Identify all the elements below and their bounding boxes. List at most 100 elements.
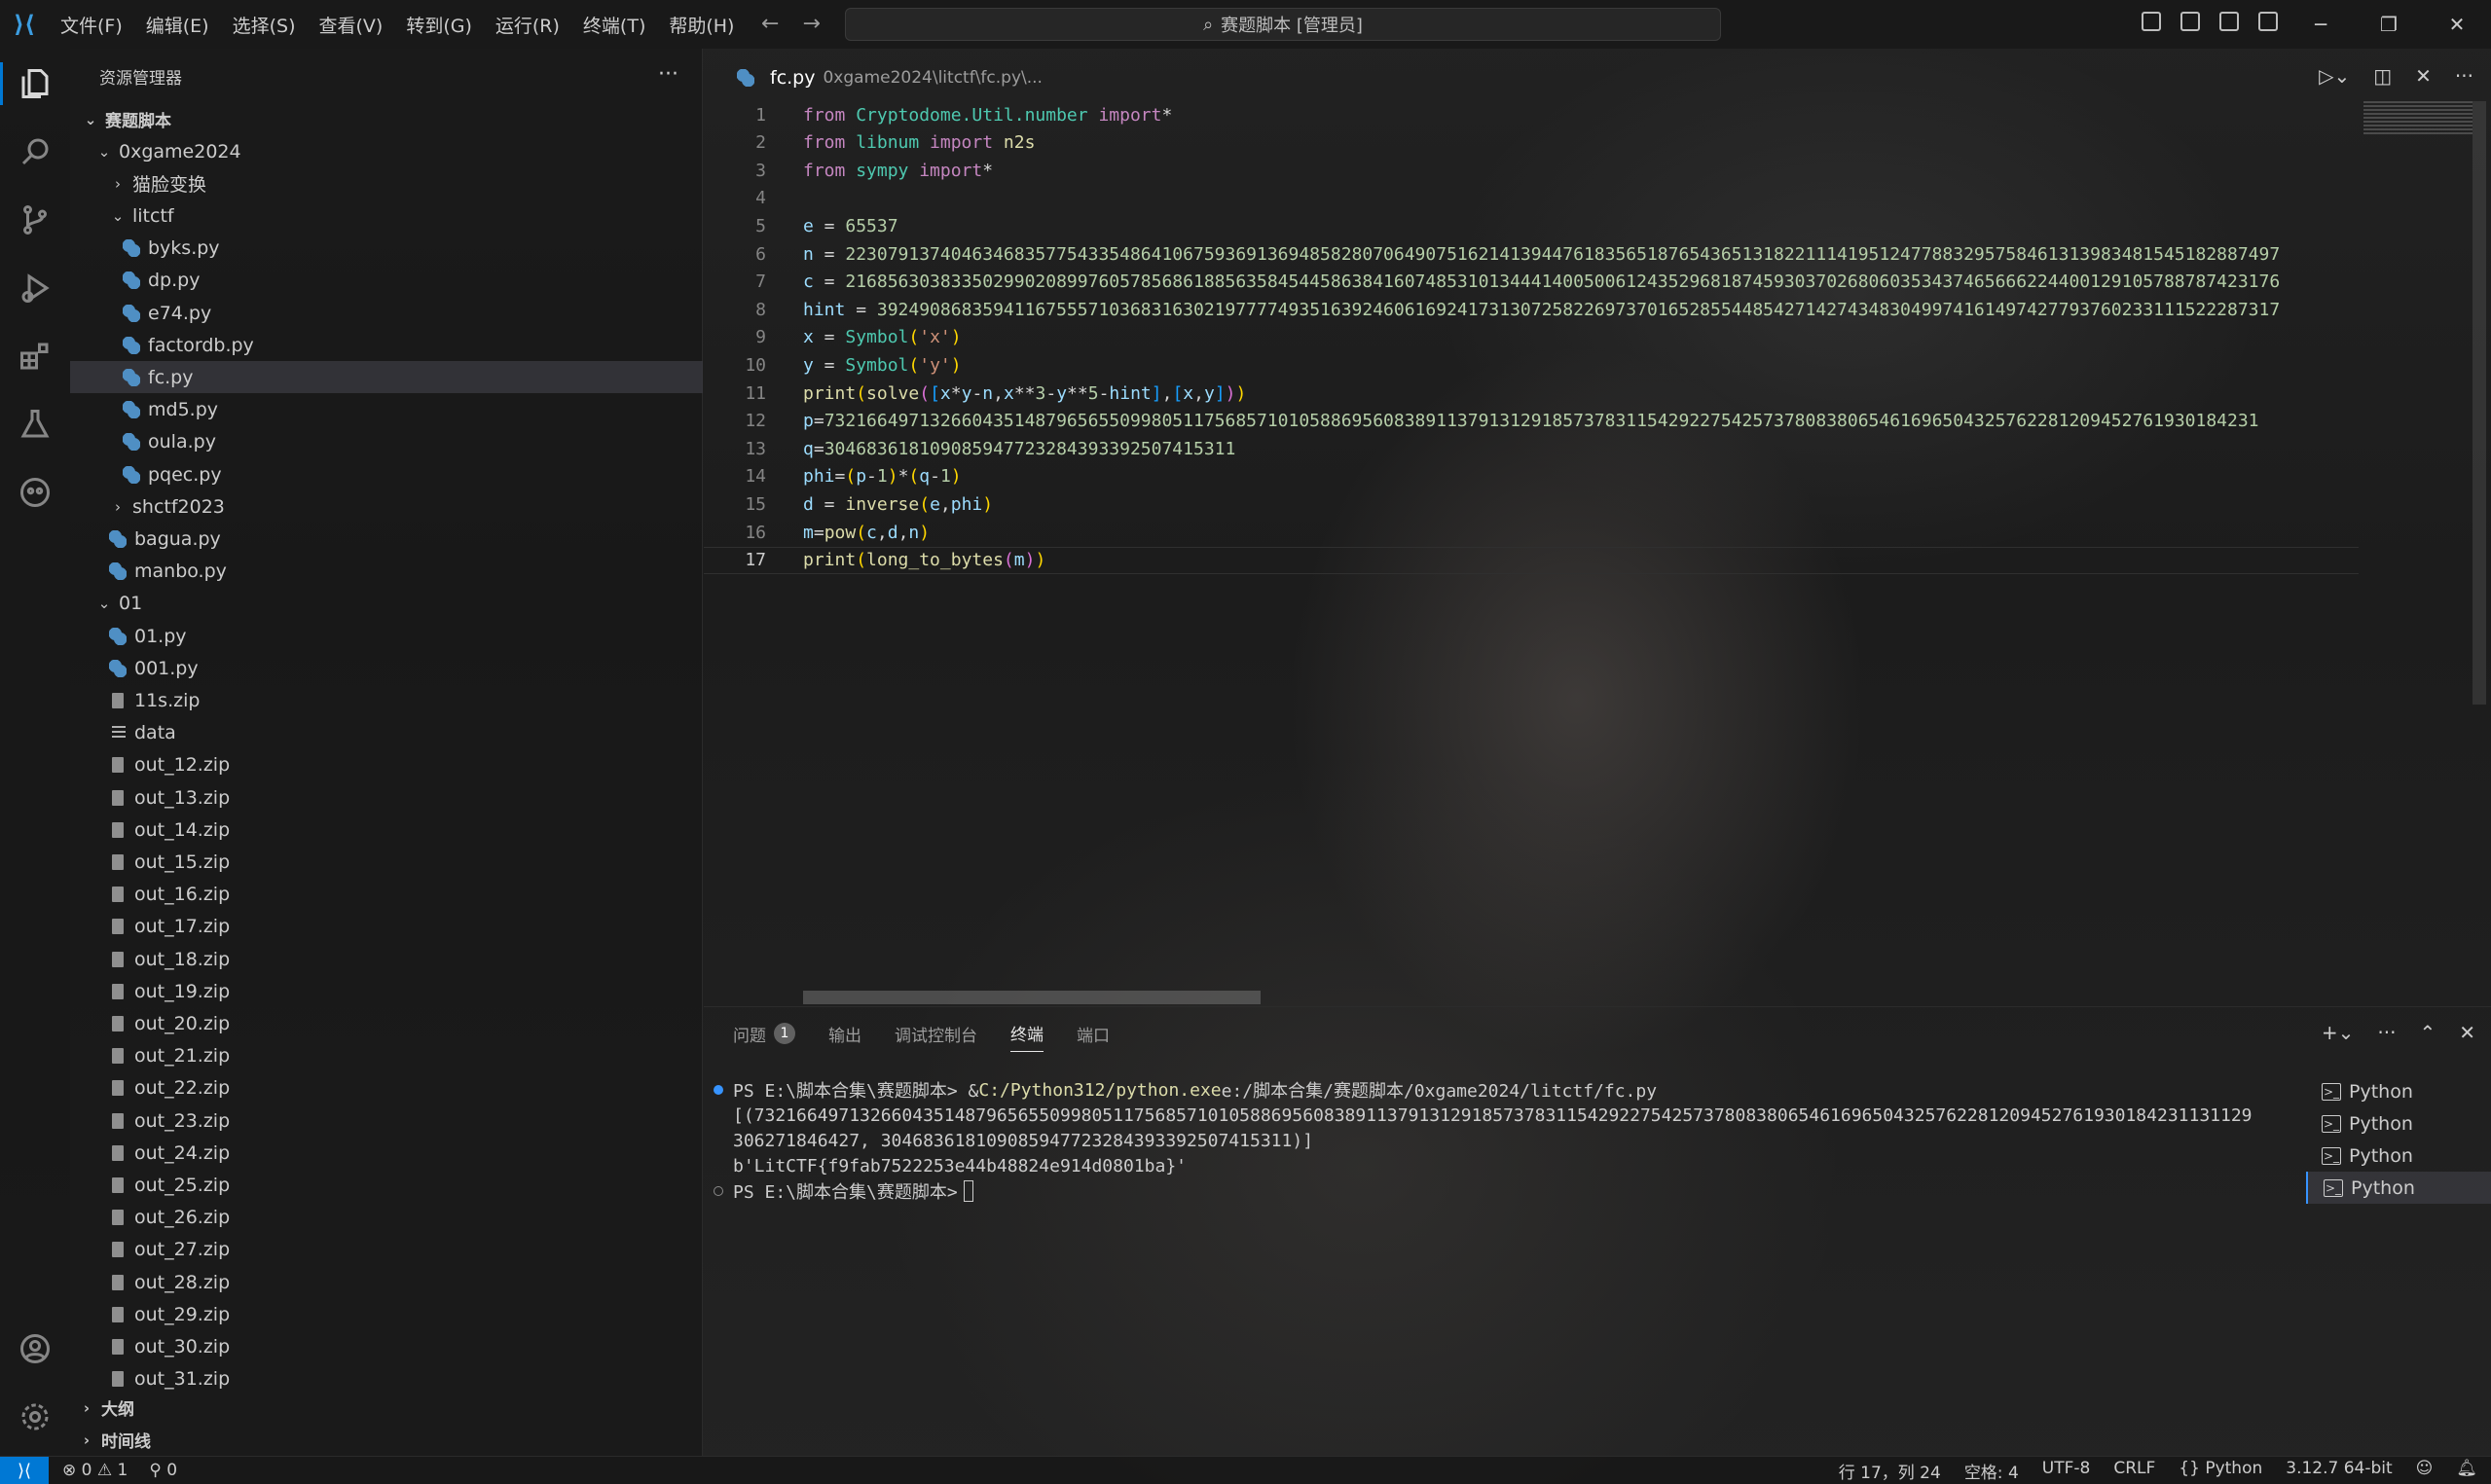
tree-file[interactable]: out_29.zip [70,1298,703,1330]
tree-file[interactable]: pqec.py [70,458,703,490]
terminal-instance[interactable]: >_ Python [2306,1172,2491,1204]
tree-folder[interactable]: › 猫脸变换 [70,167,703,199]
menu-item[interactable]: 查看(V) [308,12,395,38]
outline-section[interactable]: › 大纲 [70,1392,703,1424]
menu-item[interactable]: 帮助(H) [657,12,746,38]
minimize-button[interactable]: ─ [2287,0,2355,49]
code-line[interactable]: 12 p=732166497132660435148796565509980511… [704,408,2359,435]
tree-file[interactable]: out_28.zip [70,1266,703,1298]
timeline-section[interactable]: › 时间线 [70,1424,703,1456]
tree-file[interactable]: out_31.zip [70,1363,703,1395]
tree-file[interactable]: out_18.zip [70,943,703,975]
tree-file[interactable]: out_15.zip [70,846,703,878]
minimap[interactable] [2363,101,2473,136]
run-python-file-icon[interactable]: ▷⌄ [2319,64,2350,88]
code-line[interactable]: 4 [704,185,2359,212]
tree-file[interactable]: data [70,717,703,749]
close-editor-icon[interactable]: ✕ [2415,64,2432,88]
code-line[interactable]: 16 m=pow(c,d,n) [704,519,2359,546]
tree-file[interactable]: bagua.py [70,523,703,555]
tree-file[interactable]: e74.py [70,297,703,329]
problems-status[interactable]: ⊗ 0 ⚠ 1 [62,1461,128,1480]
tree-file[interactable]: out_23.zip [70,1104,703,1137]
tree-file[interactable]: manbo.py [70,556,703,588]
tree-file[interactable]: out_19.zip [70,975,703,1007]
menu-item[interactable]: 编辑(E) [134,12,221,38]
menu-item[interactable]: 转到(G) [394,12,484,38]
code-line[interactable]: 17 print(long_to_bytes(m)) [704,546,2359,574]
vertical-scrollbar[interactable] [2473,101,2486,705]
tree-file[interactable]: out_22.zip [70,1072,703,1104]
forward-arrow-icon[interactable]: → [802,12,820,36]
code-line[interactable]: 15 d = inverse(e,phi) [704,490,2359,518]
command-center-search[interactable]: ⌕ 赛题脚本 [管理员] [845,8,1721,41]
tree-file[interactable]: out_12.zip [70,749,703,781]
back-arrow-icon[interactable]: ← [761,12,779,36]
tree-file[interactable]: out_16.zip [70,879,703,911]
toggle-secondary-sidebar-icon[interactable] [2219,12,2239,31]
tab-debug-console[interactable]: 调试控制台 [895,1022,977,1052]
maximize-panel-icon[interactable]: ⌃ [2419,1021,2436,1044]
indentation[interactable]: 空格: 4 [1964,1459,2019,1483]
split-editor-icon[interactable]: ◫ [2373,64,2392,88]
code-line[interactable]: 14 phi=(p-1)*(q-1) [704,463,2359,490]
tab-problems[interactable]: 问题 1 [733,1022,795,1052]
tab-fc-py[interactable]: fc.py [770,67,815,89]
terminal-instance[interactable]: >_ Python [2306,1140,2491,1172]
line-ending[interactable]: CRLF [2113,1459,2155,1483]
close-panel-icon[interactable]: ✕ [2459,1021,2475,1044]
tree-file[interactable]: factordb.py [70,329,703,361]
tree-file[interactable]: out_14.zip [70,814,703,846]
toggle-primary-sidebar-icon[interactable] [2142,12,2161,31]
code-line[interactable]: 13 q=304683618109085947723284393392507415… [704,435,2359,462]
cursor-position[interactable]: 行 17，列 24 [1839,1459,1941,1483]
new-terminal-icon[interactable]: +⌄ [2322,1021,2355,1044]
menu-item[interactable]: 终端(T) [571,12,657,38]
code-line[interactable]: 11 print(solve([x*y-n,x**3-y**5-hint],[x,… [704,380,2359,407]
customize-layout-icon[interactable] [2258,12,2278,31]
terminal-instance[interactable]: >_ Python [2306,1075,2491,1107]
code-line[interactable]: 2 from libnum import n2s [704,129,2359,157]
tree-file[interactable]: out_25.zip [70,1169,703,1201]
feedback-icon[interactable]: ☺ [2416,1459,2434,1483]
tree-file[interactable]: 11s.zip [70,684,703,716]
panel-more-icon[interactable]: ··· [2377,1021,2396,1044]
ports-status[interactable]: ⚲ 0 [149,1461,177,1480]
notifications-bell-icon[interactable]: 🔔︎ [2456,1459,2477,1483]
language-mode[interactable]: {} Python [2179,1459,2262,1483]
tree-file[interactable]: out_26.zip [70,1202,703,1234]
tab-terminal[interactable]: 终端 [1010,1021,1044,1052]
tree-file[interactable]: out_27.zip [70,1234,703,1266]
extensions-icon[interactable] [0,327,70,385]
search-view-icon[interactable] [0,123,70,181]
menu-item[interactable]: 运行(R) [484,12,571,38]
tree-file[interactable]: out_30.zip [70,1330,703,1362]
tree-file[interactable]: 001.py [70,652,703,684]
code-line[interactable]: 8 hint = 39249086835941167555710368316302… [704,296,2359,323]
run-debug-icon[interactable] [0,259,70,317]
remote-indicator-icon[interactable]: ⟩⟨ [0,1456,49,1484]
tree-file[interactable]: md5.py [70,394,703,426]
github-copilot-icon[interactable] [0,463,70,522]
code-line[interactable]: 10 y = Symbol('y') [704,351,2359,379]
code-line[interactable]: 5 e = 65537 [704,212,2359,239]
account-icon[interactable] [0,1320,70,1378]
tree-file[interactable]: dp.py [70,265,703,297]
tree-file[interactable]: out_21.zip [70,1040,703,1072]
python-interpreter[interactable]: 3.12.7 64-bit [2286,1459,2392,1483]
more-actions-icon[interactable]: ··· [658,62,678,87]
explorer-root-folder[interactable]: ⌄ 赛题脚本 [70,103,703,135]
code-line[interactable]: 7 c = 21685630383350299020899760578568618… [704,269,2359,296]
toggle-panel-icon[interactable] [2180,12,2200,31]
code-line[interactable]: 3 from sympy import* [704,157,2359,184]
source-control-icon[interactable] [0,191,70,249]
file-encoding[interactable]: UTF-8 [2042,1459,2091,1483]
tree-file[interactable]: byks.py [70,233,703,265]
tab-breadcrumb-path[interactable]: 0xgame2024\litctf\fc.py\... [823,68,1042,88]
tree-file[interactable]: out_13.zip [70,781,703,814]
code-line[interactable]: 6 n = 22307913740463468357754335486410675… [704,240,2359,268]
horizontal-scrollbar[interactable] [803,991,1261,1004]
menu-item[interactable]: 文件(F) [49,12,134,38]
tree-file[interactable]: oula.py [70,426,703,458]
tree-file[interactable]: out_24.zip [70,1137,703,1169]
